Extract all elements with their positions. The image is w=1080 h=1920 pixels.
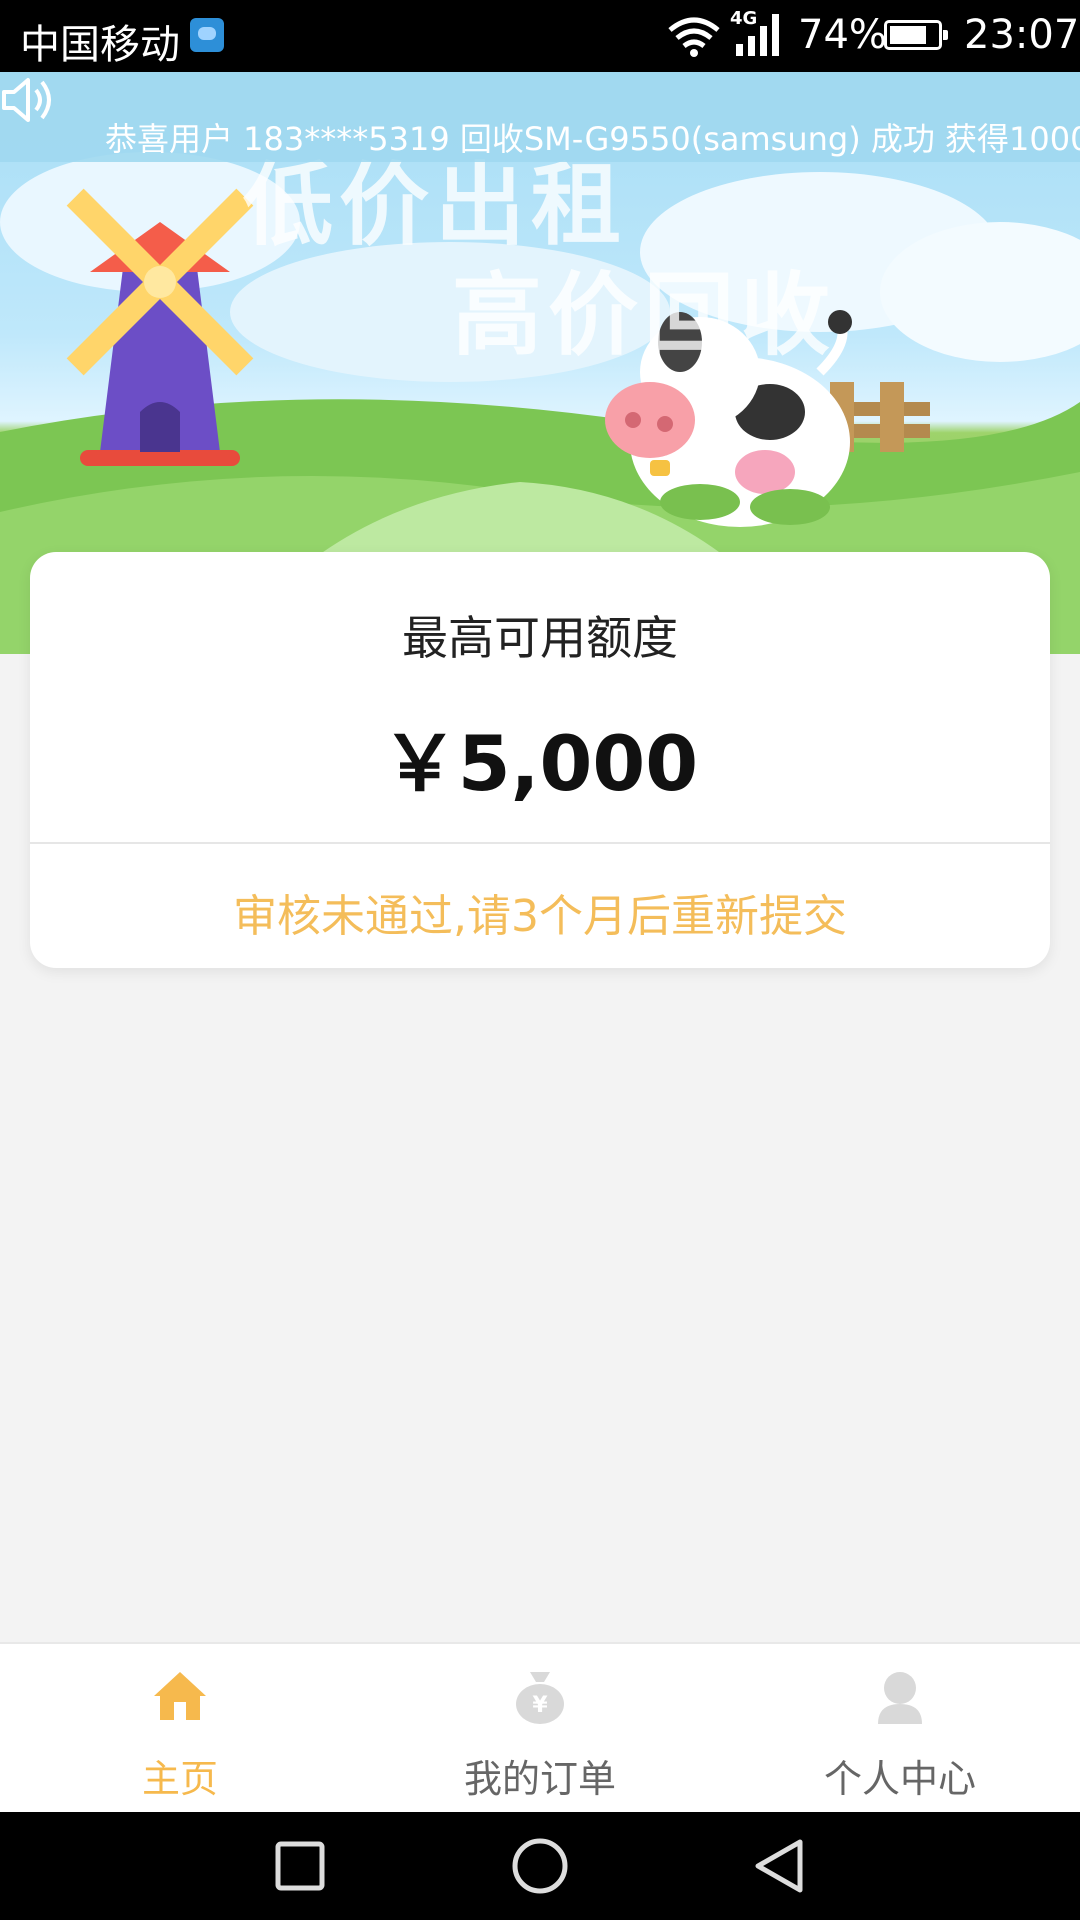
- card-divider: [30, 842, 1050, 844]
- banner-title-line2: 高价回收: [452, 263, 836, 368]
- svg-text:¥: ¥: [532, 1693, 548, 1718]
- credit-limit-card: 最高可用额度 ￥5,000 审核未通过,请3个月后重新提交: [30, 552, 1050, 968]
- tab-profile[interactable]: 个人中心: [720, 1644, 1080, 1812]
- home-button-icon[interactable]: [510, 1836, 570, 1896]
- money-bag-icon: ¥: [516, 1672, 564, 1724]
- tab-label-profile: 个人中心: [823, 1757, 976, 1801]
- credit-limit-amount: ￥5,000: [381, 719, 699, 808]
- carrier-name: 中国移动: [20, 22, 180, 68]
- system-navigation-bar: [0, 1812, 1080, 1920]
- status-time: 23:07: [964, 12, 1080, 58]
- user-icon: [878, 1672, 922, 1724]
- back-icon[interactable]: [750, 1836, 810, 1896]
- notice-text: 恭喜用户 183****5319 回收SM-G9550(samsung) 成功 …: [105, 120, 1080, 158]
- credit-limit-label: 最高可用额度: [402, 611, 678, 665]
- notice-marquee: 恭喜用户 183****5319 回收SM-G9550(samsung) 成功 …: [0, 72, 1080, 162]
- review-status-message[interactable]: 审核未通过,请3个月后重新提交: [30, 880, 1050, 944]
- signal-strength-icon: [736, 14, 779, 56]
- wifi-icon: [668, 17, 720, 57]
- home-icon: [154, 1672, 206, 1720]
- app-screen: 中国移动 4G 74% 23:07 低价出租 高价回收 恭喜用户 183****…: [0, 0, 1080, 1920]
- status-bar: 中国移动 4G 74% 23:07: [0, 0, 1080, 72]
- recent-apps-icon[interactable]: [270, 1836, 330, 1896]
- tab-home[interactable]: 主页: [0, 1644, 360, 1812]
- battery-icon: [884, 20, 948, 50]
- tab-label-my-orders: 我的订单: [463, 1757, 616, 1801]
- tab-label-home: 主页: [141, 1757, 218, 1801]
- bottom-tab-bar: 主页 ¥ 我的订单 个人中心: [0, 1642, 1080, 1812]
- speaker-icon: [2, 78, 51, 122]
- battery-percent: 74%: [798, 12, 887, 58]
- tab-my-orders[interactable]: ¥ 我的订单: [360, 1644, 720, 1812]
- message-notification-icon: [190, 18, 224, 52]
